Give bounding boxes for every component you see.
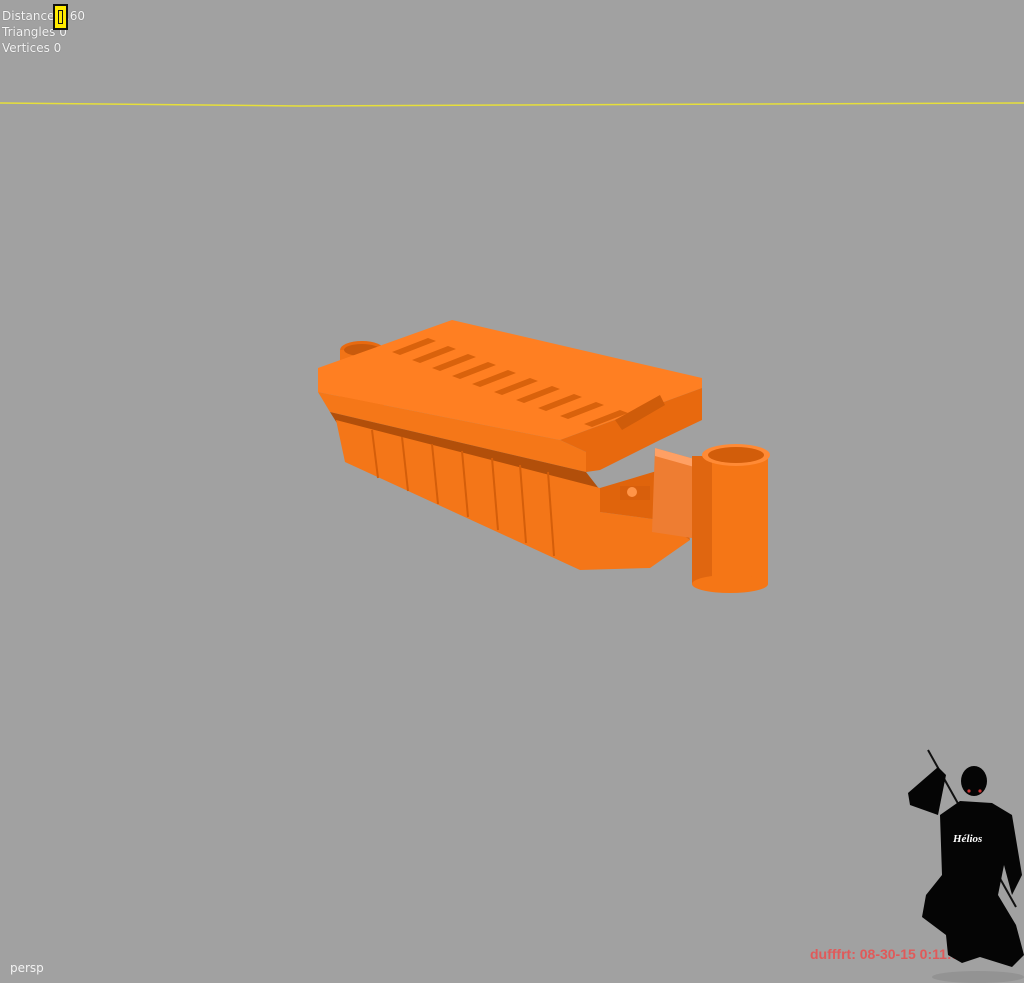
ninja-logo-label: Hélios [953,833,983,845]
stats-overlay: Distance 2.60 Triangles 0 Vertices 0 [2,8,85,56]
scene-canvas[interactable] [0,0,1024,983]
distance-readout: Distance 2.60 [2,9,86,23]
camera-name: persp [10,961,44,975]
vertices-readout: Vertices 0 [2,41,62,55]
ninja-logo-icon [908,749,1024,983]
horizon-line [0,102,1024,107]
3d-viewport[interactable]: Distance 2.60 Triangles 0 Vertices 0 per… [0,0,1024,983]
triangles-readout: Triangles 0 [2,25,67,39]
orange-mesh-model[interactable] [318,320,770,593]
cursor-icon [53,4,68,30]
